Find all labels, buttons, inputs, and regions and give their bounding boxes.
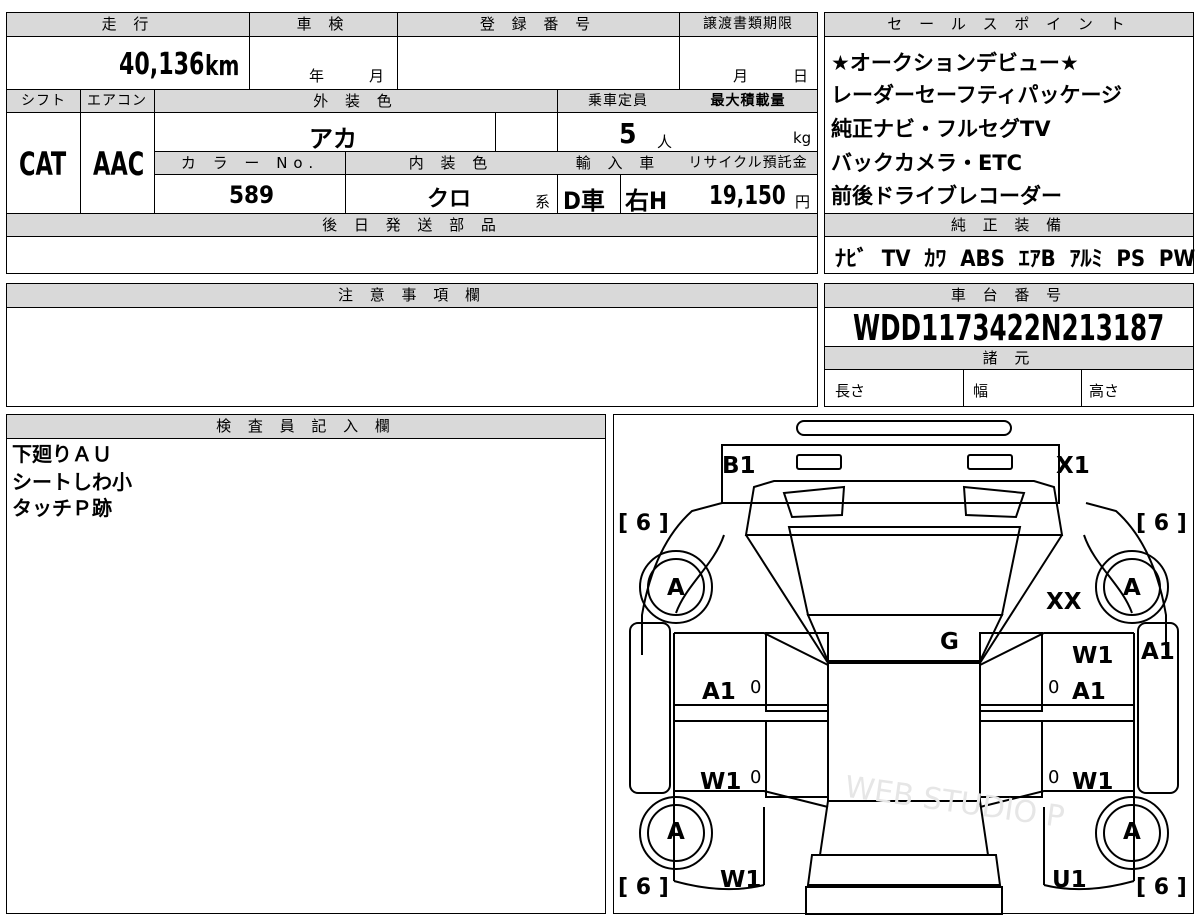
later-parts-header: 後 日 発 送 部 品 [7, 214, 817, 237]
tire-grade-rear-right: A [1123, 819, 1141, 845]
sales-point-3: 純正ナビ・フルセグTV [831, 117, 1051, 141]
tire-grade-front-right: A [1123, 575, 1141, 601]
width-label: 幅 [973, 382, 989, 400]
equipment-ps: PS [1116, 247, 1146, 272]
mark-a1-right: A1 [1072, 679, 1106, 705]
mark-g: G [940, 629, 959, 655]
mark-u1-bottom-right: U1 [1052, 867, 1087, 893]
vehicle-info-table: 走 行 車 検 登 録 番 号 譲渡書類期限 40,136 km 年 月 月 日… [6, 12, 818, 274]
ext-color-value: アカ [309, 125, 357, 153]
recycle-fee-value: 19,150 [709, 181, 786, 211]
inspector-line-3: タッチＰ跡 [12, 496, 112, 520]
tire-tread-rear-left: [ 6 ] [618, 875, 669, 900]
height-label: 高さ [1089, 382, 1120, 400]
zero-right-upper: 0 [1048, 677, 1060, 698]
equipment-header: 純 正 装 備 [825, 214, 1193, 237]
zero-left-upper: 0 [750, 677, 762, 698]
notes-header: 注 意 事 項 欄 [7, 284, 817, 308]
equipment-alloy: ｱﾙﾐ [1069, 247, 1103, 272]
ac-value: AAC [93, 145, 145, 183]
inspector-panel: 検 査 員 記 入 欄 下廻りＡＵ シートしわ小 タッチＰ跡 [6, 414, 606, 914]
sales-point-5: 前後ドライブレコーダー [831, 184, 1062, 208]
length-label: 長さ [835, 382, 866, 400]
capacity-header: 乗車定員 [557, 90, 679, 113]
color-no-header: カ ラ ー No. [155, 152, 345, 175]
equipment-list: ﾅﾋﾞ TV ｶﾜ ABS ｴｱB ｱﾙﾐ PS PW [835, 241, 1195, 273]
import-type: D車 [563, 187, 605, 215]
int-color-unit: 系 [535, 193, 551, 211]
equipment-leather: ｶﾜ [924, 247, 947, 272]
int-color-header: 内 装 色 [345, 152, 557, 175]
mark-w1-right-front: W1 [1072, 643, 1114, 669]
chassis-panel: 車 台 番 号 WDD1173422N213187 諸 元 長さ 幅 高さ [824, 283, 1194, 407]
capacity-value: 5 [619, 117, 637, 150]
import-header: 輸 入 車 [557, 152, 679, 175]
chassis-number: WDD1173422N213187 [853, 308, 1165, 349]
shift-value: CAT [19, 145, 67, 183]
capacity-unit: 人 [657, 133, 673, 151]
mark-w1-left: W1 [700, 769, 742, 795]
reg-no-header: 登 録 番 号 [397, 13, 679, 37]
color-no-value: 589 [229, 181, 275, 209]
mark-xx: XX [1046, 589, 1082, 615]
sales-points-header: セ ー ル ス ポ イ ン ト [825, 13, 1193, 37]
tire-grade-rear-left: A [667, 819, 685, 845]
shift-header: シフト [7, 90, 80, 113]
mark-w1-right: W1 [1072, 769, 1114, 795]
handle-side: 右H [625, 187, 668, 215]
sales-point-1: ★オークションデビュー★ [831, 51, 1079, 75]
mark-a1-right-edge: A1 [1141, 639, 1175, 665]
sales-point-4: バックカメラ・ETC [831, 151, 1023, 175]
damage-diagram: [ 6 ] [ 6 ] [ 6 ] [ 6 ] A A A A B1 X1 XX… [613, 414, 1194, 915]
sales-points-panel: セ ー ル ス ポ イ ン ト ★オークションデビュー★ レーダーセーフティパッ… [824, 12, 1195, 274]
mark-a1-left: A1 [702, 679, 736, 705]
inspector-line-2: シートしわ小 [12, 470, 132, 494]
equipment-airbag: ｴｱB [1018, 247, 1056, 272]
mark-w1-bottom-left: W1 [720, 867, 762, 893]
max-load-header: 最大積載量 [679, 90, 817, 113]
ext-color-header: 外 装 色 [154, 90, 557, 113]
inspection-year-unit: 年 [309, 67, 325, 85]
chassis-header: 車 台 番 号 [825, 284, 1193, 308]
int-color-value: クロ [427, 187, 472, 212]
transfer-day-unit: 日 [793, 67, 809, 85]
sales-point-2: レーダーセーフティパッケージ [831, 83, 1123, 107]
transfer-deadline-header: 譲渡書類期限 [679, 13, 817, 37]
equipment-navi: ﾅﾋﾞ [835, 247, 869, 272]
mileage-header: 走 行 [7, 13, 249, 37]
mark-b1: B1 [722, 453, 756, 479]
ac-header: エアコン [80, 90, 154, 113]
inspection-month-unit: 月 [369, 67, 385, 85]
tire-grade-front-left: A [667, 575, 685, 601]
inspector-line-1: 下廻りＡＵ [12, 442, 112, 466]
recycle-header: リサイクル預託金 [679, 152, 817, 175]
mark-x1: X1 [1056, 453, 1090, 479]
equipment-tv: TV [881, 247, 911, 272]
mileage-unit: km [205, 49, 240, 82]
tire-tread-front-right: [ 6 ] [1136, 511, 1187, 536]
zero-left-lower: 0 [750, 767, 762, 788]
specs-header: 諸 元 [825, 347, 1193, 370]
recycle-fee-unit: 円 [795, 193, 811, 211]
inspection-header: 車 検 [249, 13, 397, 37]
tire-tread-front-left: [ 6 ] [618, 511, 669, 536]
transfer-month-unit: 月 [733, 67, 749, 85]
equipment-abs: ABS [960, 247, 1005, 272]
inspector-header: 検 査 員 記 入 欄 [7, 415, 605, 439]
tire-tread-rear-right: [ 6 ] [1136, 875, 1187, 900]
max-load-unit: kg [793, 129, 812, 147]
mileage-value: 40,136 [119, 47, 205, 82]
equipment-pw: PW [1158, 247, 1196, 272]
zero-right-lower: 0 [1048, 767, 1060, 788]
notes-panel: 注 意 事 項 欄 [6, 283, 818, 407]
